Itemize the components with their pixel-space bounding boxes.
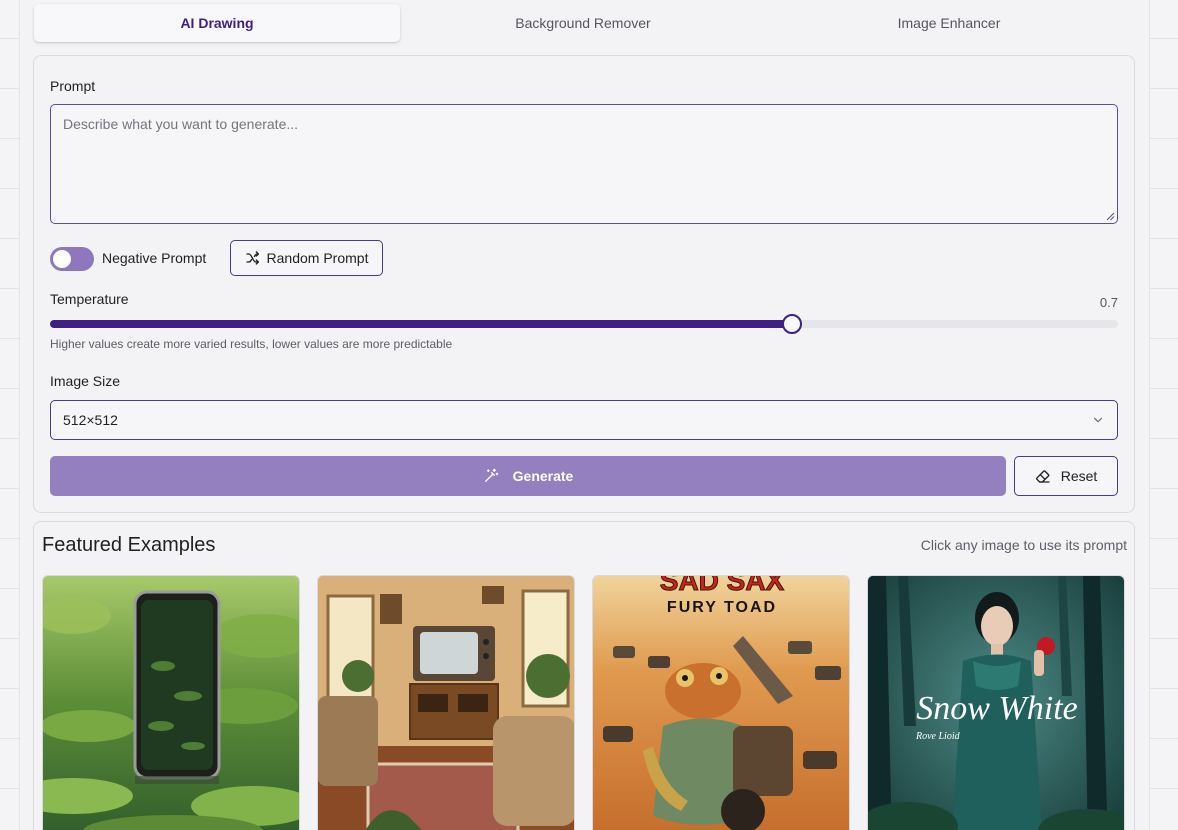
featured-examples-panel: Featured Examples Click any image to use… bbox=[33, 521, 1135, 830]
resize-grip-icon[interactable] bbox=[1105, 211, 1115, 221]
temperature-slider-fill bbox=[50, 320, 792, 328]
generate-button[interactable]: Generate bbox=[50, 456, 1006, 496]
example-image-frog-poster: SAD SAX FURY TOAD bbox=[593, 576, 849, 830]
negative-prompt-toggle[interactable] bbox=[50, 247, 94, 271]
temperature-value: 0.7 bbox=[1099, 295, 1118, 310]
poster-title: SAD SAX bbox=[660, 576, 785, 596]
featured-title: Featured Examples bbox=[42, 534, 216, 556]
random-prompt-label: Random Prompt bbox=[266, 250, 369, 266]
shuffle-icon bbox=[245, 251, 259, 265]
tab-ai-drawing[interactable]: AI Drawing bbox=[34, 4, 400, 42]
example-image-snow-white-poster: Snow White Rove Lioid bbox=[868, 576, 1124, 830]
random-prompt-button[interactable]: Random Prompt bbox=[230, 240, 383, 276]
featured-example-3[interactable]: SAD SAX FURY TOAD bbox=[592, 575, 850, 830]
chevron-down-icon bbox=[1093, 417, 1103, 423]
generation-panel: Prompt Negative Prompt Random Prompt Tem… bbox=[33, 55, 1135, 513]
prompt-label: Prompt bbox=[50, 78, 96, 94]
temperature-hint: Higher values create more varied results… bbox=[50, 337, 453, 351]
tab-background-remover[interactable]: Background Remover bbox=[400, 4, 766, 42]
featured-example-1[interactable] bbox=[42, 575, 300, 830]
prompt-input[interactable] bbox=[50, 104, 1118, 224]
tab-image-enhancer[interactable]: Image Enhancer bbox=[766, 4, 1132, 42]
temperature-slider-thumb[interactable] bbox=[781, 314, 802, 334]
tab-bar: AI Drawing Background Remover Image Enha… bbox=[34, 4, 1132, 42]
generate-label: Generate bbox=[512, 468, 574, 484]
app-shell: AI Drawing Background Remover Image Enha… bbox=[19, 0, 1150, 830]
eraser-icon bbox=[1035, 470, 1050, 483]
image-size-label: Image Size bbox=[50, 373, 121, 389]
example-image-retro-living-room bbox=[318, 576, 574, 830]
poster-title: Snow White bbox=[916, 690, 1077, 727]
featured-hint: Click any image to use its prompt bbox=[920, 537, 1127, 553]
image-size-select[interactable]: 512×512 bbox=[50, 400, 1118, 440]
poster-subtitle: FURY TOAD bbox=[667, 599, 777, 616]
example-image-phone-lilypads bbox=[43, 576, 299, 830]
temperature-label: Temperature bbox=[50, 291, 129, 307]
featured-example-4[interactable]: Snow White Rove Lioid bbox=[867, 575, 1125, 830]
image-size-value: 512×512 bbox=[63, 412, 118, 428]
negative-prompt-label: Negative Prompt bbox=[102, 250, 207, 266]
magic-wand-icon bbox=[484, 468, 498, 482]
reset-button[interactable]: Reset bbox=[1014, 456, 1118, 496]
toggle-knob bbox=[53, 250, 71, 268]
featured-example-2[interactable] bbox=[317, 575, 575, 830]
poster-subtitle: Rove Lioid bbox=[915, 731, 961, 742]
temperature-slider[interactable] bbox=[50, 314, 1118, 334]
reset-label: Reset bbox=[1060, 468, 1098, 484]
